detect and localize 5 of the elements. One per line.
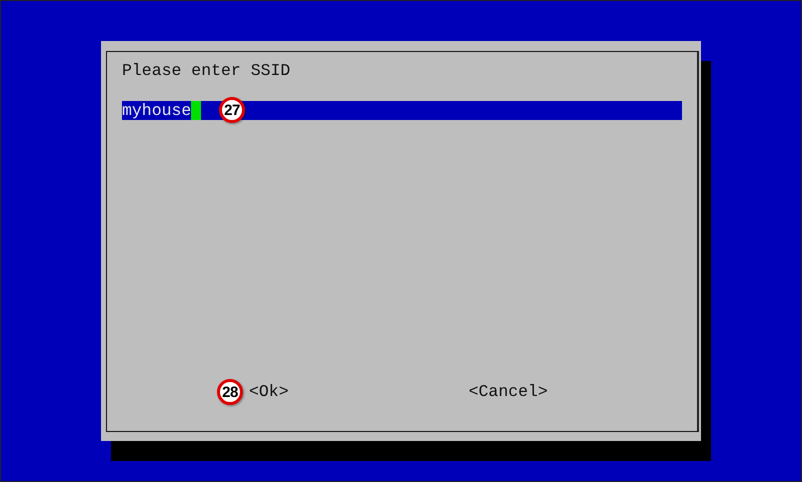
callout-badge: 28 — [217, 379, 243, 405]
ok-button[interactable]: <Ok> — [249, 382, 289, 402]
callout-badge: 27 — [219, 97, 245, 123]
cancel-button[interactable]: <Cancel> — [468, 382, 548, 402]
prompt-text: Please enter SSID — [122, 61, 290, 81]
